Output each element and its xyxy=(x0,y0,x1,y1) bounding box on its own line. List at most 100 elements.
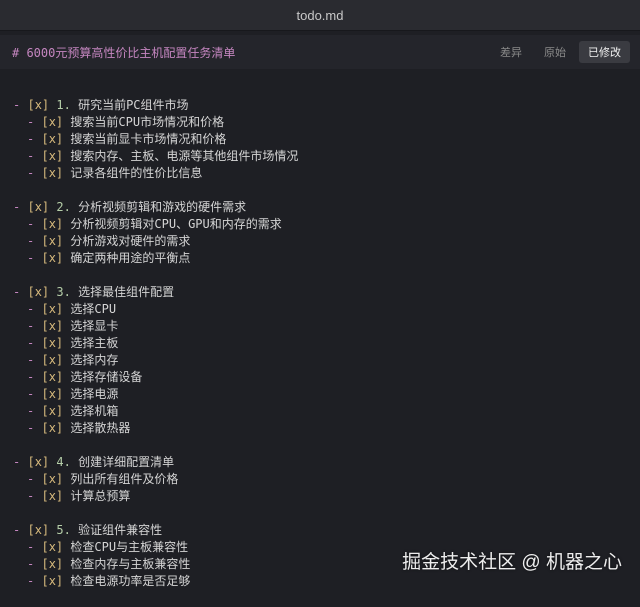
list-dash: - xyxy=(27,217,35,231)
task-checkbox: [x] xyxy=(41,319,64,333)
editor-content[interactable]: - [x] 1. 研究当前PC组件市场 - [x] 搜索当前CPU市场情况和价格 -… xyxy=(0,80,640,588)
list-dash: - xyxy=(27,404,35,418)
list-dash: - xyxy=(27,489,35,503)
task-checkbox: [x] xyxy=(41,217,64,231)
window-title: todo.md xyxy=(296,7,344,23)
task-item-text: 选择显卡 xyxy=(70,319,119,333)
list-dash: - xyxy=(27,574,35,588)
list-dash: - xyxy=(27,336,35,350)
list-dash: - xyxy=(13,285,21,299)
task-item-text: 选择电源 xyxy=(70,387,119,401)
list-dash: - xyxy=(27,302,35,316)
task-item-line[interactable]: - [x] 搜索当前显卡市场情况和价格 xyxy=(13,131,640,148)
list-dash: - xyxy=(27,319,35,333)
task-section-line[interactable]: - [x] 5. 验证组件兼容性 xyxy=(13,522,640,539)
task-item-line[interactable]: - [x] 列出所有组件及价格 xyxy=(13,471,640,488)
task-checkbox: [x] xyxy=(41,302,64,316)
list-dash: - xyxy=(13,200,21,214)
section-title: 分析视频剪辑和游戏的硬件需求 xyxy=(78,200,247,214)
task-checkbox: [x] xyxy=(27,455,50,469)
task-item-text: 搜索当前CPU市场情况和价格 xyxy=(70,115,225,129)
task-item-text: 检查CPU与主板兼容性 xyxy=(70,540,189,554)
editor-toolbar: # 6000元预算高性价比主机配置任务清单 差异 原始 已修改 xyxy=(0,35,640,69)
task-item-text: 选择存储设备 xyxy=(70,370,143,384)
list-dash: - xyxy=(27,472,35,486)
list-dash: - xyxy=(13,98,21,112)
task-section-line[interactable]: - [x] 4. 创建详细配置清单 xyxy=(13,454,640,471)
list-dash: - xyxy=(13,523,21,537)
task-item-text: 检查电源功率是否足够 xyxy=(70,574,191,588)
list-dash: - xyxy=(13,455,21,469)
task-checkbox: [x] xyxy=(41,404,64,418)
list-dash: - xyxy=(27,234,35,248)
task-item-line[interactable]: - [x] 选择存储设备 xyxy=(13,369,640,386)
list-dash: - xyxy=(27,370,35,384)
section-number: 4. xyxy=(56,455,71,469)
list-dash: - xyxy=(27,540,35,554)
task-checkbox: [x] xyxy=(41,234,64,248)
task-item-text: 选择主板 xyxy=(70,336,119,350)
list-dash: - xyxy=(27,149,35,163)
task-item-line[interactable]: - [x] 选择CPU xyxy=(13,301,640,318)
list-dash: - xyxy=(27,166,35,180)
list-dash: - xyxy=(27,421,35,435)
section-title: 研究当前PC组件市场 xyxy=(78,98,189,112)
window-title-bar: todo.md xyxy=(0,0,640,31)
task-checkbox: [x] xyxy=(41,166,64,180)
task-item-line[interactable]: - [x] 选择电源 xyxy=(13,386,640,403)
list-dash: - xyxy=(27,353,35,367)
task-checkbox: [x] xyxy=(41,370,64,384)
task-item-line[interactable]: - [x] 记录各组件的性价比信息 xyxy=(13,165,640,182)
task-checkbox: [x] xyxy=(41,421,64,435)
task-section-line[interactable]: - [x] 1. 研究当前PC组件市场 xyxy=(13,97,640,114)
task-checkbox: [x] xyxy=(41,353,64,367)
task-section-line[interactable]: - [x] 2. 分析视频剪辑和游戏的硬件需求 xyxy=(13,199,640,216)
watermark: 掘金技术社区 @ 机器之心 xyxy=(402,552,622,573)
task-checkbox: [x] xyxy=(27,523,50,537)
task-item-line[interactable]: - [x] 计算总预算 xyxy=(13,488,640,505)
section-title: 创建详细配置清单 xyxy=(78,455,175,469)
task-checkbox: [x] xyxy=(41,472,64,486)
task-item-line[interactable]: - [x] 选择机箱 xyxy=(13,403,640,420)
task-item-line[interactable]: - [x] 搜索当前CPU市场情况和价格 xyxy=(13,114,640,131)
task-item-text: 选择机箱 xyxy=(70,404,119,418)
task-item-text: 分析游戏对硬件的需求 xyxy=(70,234,191,248)
task-item-line[interactable]: - [x] 分析游戏对硬件的需求 xyxy=(13,233,640,250)
task-section-line[interactable]: - [x] 3. 选择最佳组件配置 xyxy=(13,284,640,301)
task-checkbox: [x] xyxy=(41,387,64,401)
section-title: 选择最佳组件配置 xyxy=(78,285,175,299)
task-item-text: 检查内存与主板兼容性 xyxy=(70,557,191,571)
task-item-line[interactable]: - [x] 选择内存 xyxy=(13,352,640,369)
tab-diff[interactable]: 差异 xyxy=(491,41,531,63)
section-number: 2. xyxy=(56,200,71,214)
task-checkbox: [x] xyxy=(41,336,64,350)
task-item-line[interactable]: - [x] 检查电源功率是否足够 xyxy=(13,573,640,590)
tab-original[interactable]: 原始 xyxy=(535,41,575,63)
task-item-line[interactable]: - [x] 选择散热器 xyxy=(13,420,640,437)
task-item-text: 搜索内存、主板、电源等其他组件市场情况 xyxy=(70,149,299,163)
task-item-line[interactable]: - [x] 确定两种用途的平衡点 xyxy=(13,250,640,267)
task-item-text: 选择散热器 xyxy=(70,421,131,435)
section-number: 1. xyxy=(56,98,71,112)
section-number: 5. xyxy=(56,523,71,537)
task-item-line[interactable]: - [x] 搜索内存、主板、电源等其他组件市场情况 xyxy=(13,148,640,165)
task-item-line[interactable]: - [x] 分析视频剪辑对CPU、GPU和内存的需求 xyxy=(13,216,640,233)
task-checkbox: [x] xyxy=(41,149,64,163)
section-number: 3. xyxy=(56,285,71,299)
section-title: 验证组件兼容性 xyxy=(78,523,163,537)
task-item-text: 搜索当前显卡市场情况和价格 xyxy=(70,132,227,146)
task-checkbox: [x] xyxy=(41,115,64,129)
task-item-line[interactable]: - [x] 选择主板 xyxy=(13,335,640,352)
tab-modified[interactable]: 已修改 xyxy=(579,41,630,63)
list-dash: - xyxy=(27,115,35,129)
document-heading: # 6000元预算高性价比主机配置任务清单 xyxy=(12,45,236,60)
task-item-text: 计算总预算 xyxy=(70,489,131,503)
view-tabs: 差异 原始 已修改 xyxy=(491,41,630,63)
task-item-line[interactable]: - [x] 选择显卡 xyxy=(13,318,640,335)
task-checkbox: [x] xyxy=(27,285,50,299)
